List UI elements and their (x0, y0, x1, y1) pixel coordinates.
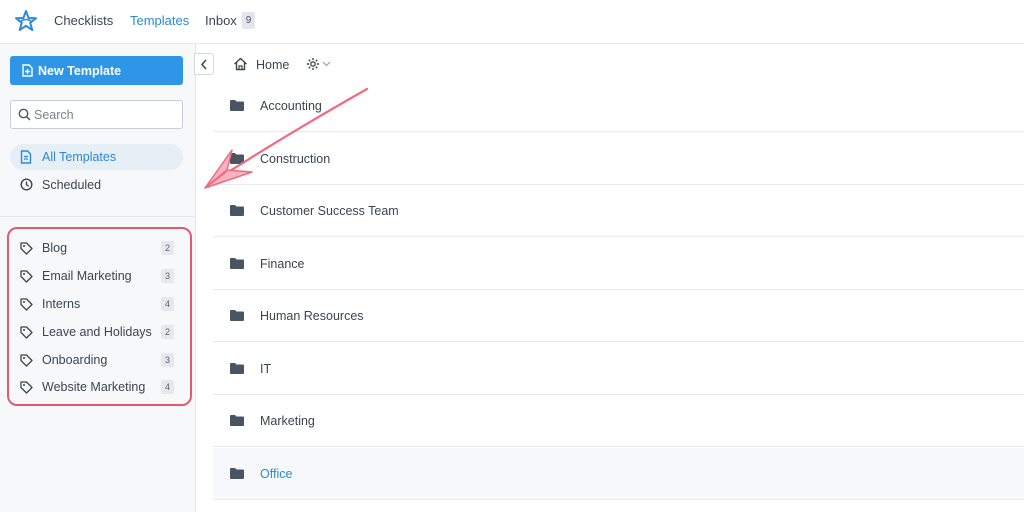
sidebar-divider (0, 216, 195, 217)
folder-row-human-resources[interactable]: Human Resources (213, 290, 1024, 342)
tag-icon (20, 242, 33, 255)
tag-count-badge: 4 (161, 380, 174, 394)
folder-name: Finance (260, 257, 305, 271)
tag-label: Onboarding (42, 353, 108, 367)
tag-label: Website Marketing (42, 380, 146, 394)
tag-item-leave-and-holidays[interactable]: Leave and Holidays 2 (12, 321, 180, 343)
sidebar-item-label: Scheduled (42, 178, 102, 192)
tag-icon (20, 270, 33, 283)
tag-item-email-marketing[interactable]: Email Marketing 3 (12, 265, 180, 287)
tag-icon (20, 354, 33, 367)
breadcrumb-home[interactable]: Home (256, 58, 289, 72)
search-field[interactable] (10, 100, 183, 129)
tag-icon (20, 326, 33, 339)
nav-checklists[interactable]: Checklists (54, 13, 113, 28)
folder-row-finance[interactable]: Finance (213, 238, 1024, 290)
sidebar-item-all-templates[interactable]: All Templates (10, 144, 183, 170)
folder-name: Marketing (260, 414, 315, 428)
top-navigation: Checklists Templates Inbox 9 (0, 0, 1024, 44)
tag-icon (20, 381, 33, 394)
tag-item-interns[interactable]: Interns 4 (12, 293, 180, 315)
star-logo-icon[interactable] (14, 9, 38, 33)
folder-row-construction[interactable]: Construction (213, 133, 1024, 185)
tag-label: Interns (42, 297, 81, 311)
folder-name: Human Resources (260, 309, 364, 323)
chevron-left-icon (200, 59, 207, 70)
document-icon (20, 150, 32, 164)
sidebar: New Template All Templates Scheduled (0, 44, 196, 512)
app-window: Checklists Templates Inbox 9 New Templat… (0, 0, 1024, 512)
tag-item-blog[interactable]: Blog 2 (12, 237, 180, 259)
folder-row-customer-success-team[interactable]: Customer Success Team (213, 185, 1024, 237)
gear-icon[interactable] (306, 57, 320, 71)
document-plus-icon (22, 63, 33, 77)
folder-icon (230, 258, 244, 269)
folder-icon (230, 415, 244, 426)
folder-name: Accounting (260, 99, 322, 113)
new-template-button[interactable]: New Template (10, 56, 183, 85)
nav-templates[interactable]: Templates (130, 13, 189, 28)
tag-label: Leave and Holidays (42, 325, 152, 339)
folder-icon (230, 468, 244, 479)
folder-name: Construction (260, 152, 331, 166)
folder-row-it[interactable]: IT (213, 343, 1024, 395)
folder-icon (230, 100, 244, 111)
home-icon[interactable] (233, 57, 248, 71)
folder-row-marketing[interactable]: Marketing (213, 395, 1024, 447)
tag-count-badge: 4 (161, 297, 174, 311)
chevron-down-icon[interactable] (322, 61, 331, 67)
collapse-sidebar-button[interactable] (194, 53, 214, 75)
search-input[interactable] (34, 101, 180, 128)
search-icon (18, 108, 31, 121)
folder-name: IT (260, 362, 272, 376)
folder-row-accounting[interactable]: Accounting (213, 80, 1024, 132)
inbox-count-badge: 9 (242, 12, 255, 29)
tag-icon (20, 298, 33, 311)
folder-row-office[interactable]: Office (213, 448, 1024, 500)
folder-icon (230, 153, 244, 164)
sidebar-item-scheduled[interactable]: Scheduled (10, 172, 183, 198)
folder-name: Customer Success Team (260, 204, 399, 218)
nav-inbox[interactable]: Inbox (205, 13, 237, 28)
folder-icon (230, 363, 244, 374)
tag-label: Blog (42, 241, 68, 255)
folder-icon (230, 205, 244, 216)
tag-count-badge: 3 (161, 269, 174, 283)
tag-item-website-marketing[interactable]: Website Marketing 4 (12, 376, 180, 398)
sidebar-item-label: All Templates (42, 150, 117, 164)
tag-count-badge: 2 (161, 241, 174, 255)
main-content: Home Accounting Construction Customer Su… (213, 44, 1024, 512)
clock-icon (20, 178, 33, 191)
tag-count-badge: 2 (161, 325, 174, 339)
tag-label: Email Marketing (42, 269, 132, 283)
tag-count-badge: 3 (161, 353, 174, 367)
tag-item-onboarding[interactable]: Onboarding 3 (12, 349, 180, 371)
folder-icon (230, 310, 244, 321)
folder-name: Office (260, 467, 293, 481)
new-template-label: New Template (38, 63, 122, 78)
